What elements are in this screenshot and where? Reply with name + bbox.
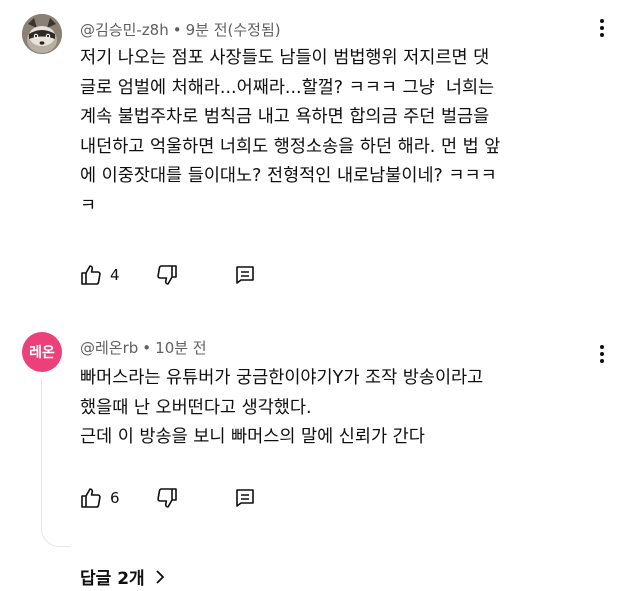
reply-button[interactable] <box>232 485 258 511</box>
thumbs-down-icon <box>157 265 177 285</box>
comment-time[interactable]: 9분 전(수정됨) <box>186 21 281 39</box>
comment-meta: @레온rb • 10분 전 <box>80 337 207 358</box>
comment-actions: 6 <box>78 484 258 512</box>
reply-button[interactable] <box>232 262 258 288</box>
more-vert-icon <box>600 345 604 363</box>
more-vert-icon <box>600 19 604 37</box>
replies-label: 답글 2개 <box>80 569 145 589</box>
like-button[interactable] <box>78 262 104 288</box>
thumbs-down-icon <box>157 488 177 508</box>
dislike-button[interactable] <box>154 262 180 288</box>
thread-connector <box>41 524 70 547</box>
comment-author[interactable]: @김승민-z8h <box>80 21 169 39</box>
meta-separator: • <box>142 339 152 357</box>
reply-comment-icon <box>236 489 254 507</box>
more-options-button[interactable] <box>592 342 612 366</box>
like-button[interactable] <box>78 485 104 511</box>
raccoon-avatar-icon[interactable] <box>22 14 62 54</box>
reply-comment-icon <box>236 266 254 284</box>
comment-text: 빠머스라는 유튜버가 궁금한이야기Y가 조작 방송이라고 했을때 난 오버떤다고… <box>80 368 484 447</box>
comment-time[interactable]: 10분 전 <box>155 339 206 357</box>
comment-actions: 4 <box>78 261 258 289</box>
like-count: 4 <box>110 266 120 284</box>
like-count: 6 <box>110 489 120 507</box>
comment-meta: @김승민-z8h • 9분 전(수정됨) <box>80 19 281 40</box>
avatar[interactable]: 레온 <box>22 332 62 372</box>
dislike-button[interactable] <box>154 485 180 511</box>
comment-author[interactable]: @레온rb <box>80 339 138 357</box>
chevron-right-icon <box>156 569 164 584</box>
comment-text: 저기 나오는 점포 사장들도 남들이 범법행위 저지르면 댓 글로 엄벌에 처해… <box>80 48 501 216</box>
meta-separator: • <box>172 21 182 39</box>
more-options-button[interactable] <box>592 16 612 40</box>
thread-line <box>41 378 42 525</box>
thumbs-up-icon <box>81 488 101 508</box>
thumbs-up-icon <box>81 265 101 285</box>
show-replies-button[interactable]: 답글 2개 <box>80 564 165 589</box>
